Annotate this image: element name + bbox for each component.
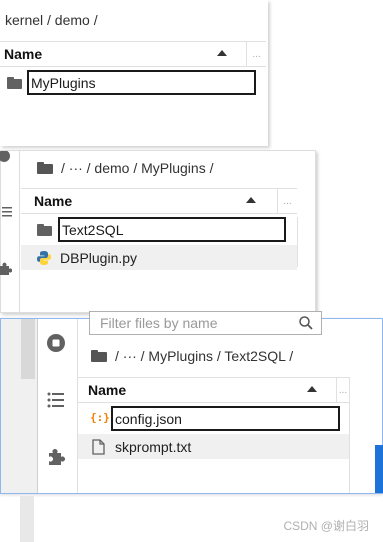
breadcrumb-path[interactable]: kernel / demo / — [5, 12, 98, 28]
breadcrumb-path[interactable]: / ··· / MyPlugins / Text2SQL / — [115, 348, 293, 364]
list-icon[interactable] — [2, 206, 14, 218]
column-more-button[interactable]: ... — [277, 189, 297, 213]
column-header[interactable]: Name ... — [78, 377, 349, 403]
list-item-label[interactable]: DBPlugin.py — [60, 250, 137, 266]
page-scroll-track[interactable] — [20, 496, 34, 542]
folder-icon[interactable] — [37, 162, 53, 174]
sort-ascending-icon[interactable] — [246, 197, 256, 203]
list-item[interactable]: DBPlugin.py — [21, 245, 297, 270]
scrollbar[interactable] — [297, 217, 304, 267]
sort-ascending-icon[interactable] — [307, 386, 317, 392]
list-icon[interactable] — [47, 392, 65, 408]
text-file-icon — [92, 438, 105, 455]
search-placeholder: Filter files by name — [100, 315, 218, 331]
name-column-header[interactable]: Name — [78, 382, 126, 398]
list-item-label[interactable]: config.json — [115, 411, 182, 427]
left-sidebar — [1, 319, 64, 493]
stop-circle-icon[interactable] — [0, 151, 11, 165]
breadcrumb[interactable]: / ··· / MyPlugins / Text2SQL / — [91, 348, 293, 364]
puzzle-icon[interactable] — [0, 262, 12, 276]
sidebar-scroll-track[interactable] — [21, 319, 35, 379]
list-item-label[interactable]: Text2SQL — [62, 222, 123, 238]
folder-icon — [7, 76, 22, 89]
column-header[interactable]: Name ... — [21, 188, 297, 214]
watermark: CSDN @谢白羽 — [283, 519, 369, 533]
file-browser-panel-2: / ··· / demo / MyPlugins / Name ... Text… — [0, 150, 316, 313]
python-file-icon — [37, 250, 51, 265]
breadcrumb[interactable]: / ··· / demo / MyPlugins / — [37, 160, 213, 176]
search-icon[interactable] — [299, 316, 313, 330]
breadcrumb[interactable]: kernel / demo / — [5, 12, 98, 28]
list-item-label[interactable]: MyPlugins — [31, 75, 96, 91]
file-name-highlight[interactable]: MyPlugins — [27, 70, 256, 95]
column-more-button[interactable]: ... — [336, 378, 349, 402]
column-header[interactable]: Name ... — [0, 41, 266, 67]
folder-icon — [37, 223, 52, 236]
list-item[interactable]: skprompt.txt — [78, 434, 349, 459]
sort-ascending-icon[interactable] — [217, 50, 227, 56]
file-name-highlight[interactable]: config.json — [111, 406, 340, 431]
search-input[interactable]: Filter files by name — [89, 311, 322, 335]
puzzle-icon[interactable] — [46, 447, 66, 467]
json-file-icon: {:} — [90, 411, 110, 424]
file-list-scrollbar[interactable] — [349, 377, 350, 493]
stop-circle-icon[interactable] — [46, 333, 66, 353]
breadcrumb-path[interactable]: / ··· / demo / MyPlugins / — [61, 160, 213, 176]
file-browser-panel-3: Filter files by name / ··· / MyPlugins /… — [0, 311, 383, 494]
file-browser-panel-1: kernel / demo / Name ... MyPlugins — [0, 0, 268, 146]
folder-icon[interactable] — [91, 350, 107, 362]
scrollbar-thumb[interactable] — [375, 445, 383, 493]
list-item-label[interactable]: skprompt.txt — [115, 439, 191, 455]
name-column-header[interactable]: Name — [21, 193, 72, 209]
name-column-header[interactable]: Name — [0, 46, 42, 62]
left-sidebar — [0, 151, 20, 312]
file-name-highlight[interactable]: Text2SQL — [58, 217, 286, 242]
column-more-button[interactable]: ... — [246, 42, 266, 66]
